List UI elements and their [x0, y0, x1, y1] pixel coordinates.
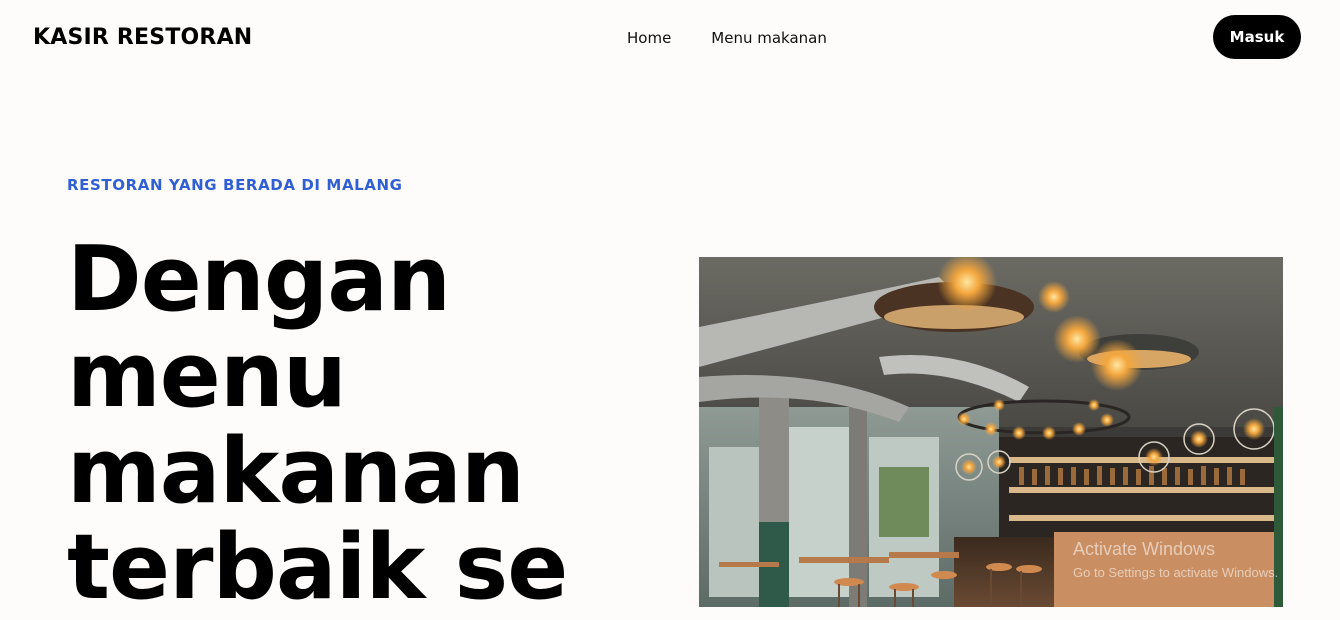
login-button[interactable]: Masuk — [1213, 15, 1301, 59]
navbar: KASIR RESTORAN Home Menu makanan Masuk — [0, 0, 1340, 76]
hero-title: Dengan menu makanan terbaik se — [67, 227, 568, 620]
nav-links: Home Menu makanan — [627, 28, 827, 48]
activate-windows-subtitle: Go to Settings to activate Windows. — [1073, 565, 1279, 580]
activate-windows-watermark: Activate Windows Go to Settings to activ… — [1073, 538, 1278, 582]
nav-link-menu-makanan[interactable]: Menu makanan — [711, 28, 827, 48]
hero-eyebrow: RESTORAN YANG BERADA DI MALANG — [67, 176, 403, 194]
activate-windows-title: Activate Windows — [1073, 539, 1216, 559]
brand-logo[interactable]: KASIR RESTORAN — [33, 24, 252, 52]
nav-link-home[interactable]: Home — [627, 28, 671, 48]
